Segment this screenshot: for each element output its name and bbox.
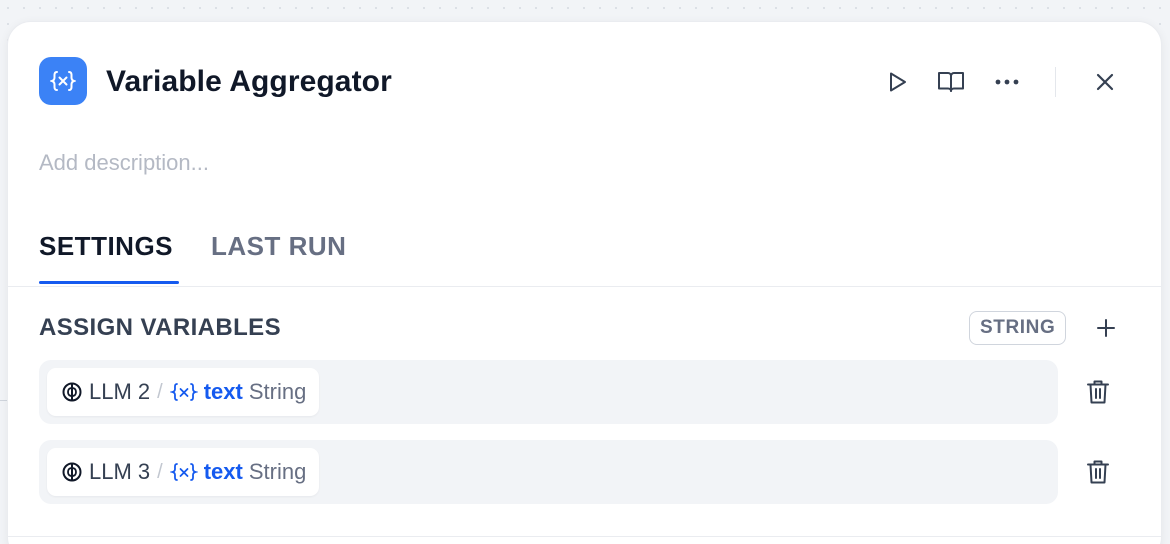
variable-type: String [248, 459, 307, 484]
canvas-edge-line [0, 400, 7, 401]
variable-row: LLM 2 / text String [39, 360, 1058, 424]
run-step-button[interactable] [881, 66, 913, 98]
help-docs-button[interactable] [935, 66, 967, 98]
llm-icon [62, 382, 82, 402]
variable-icon [169, 463, 198, 481]
section-divider [8, 536, 1161, 537]
source-node-label: LLM 3 [89, 459, 151, 484]
add-variable-button[interactable] [1090, 312, 1122, 344]
tab-settings[interactable]: SETTINGS [39, 228, 173, 264]
header-divider [1055, 67, 1056, 97]
more-options-button[interactable] [991, 66, 1023, 98]
delete-variable-button[interactable] [1082, 456, 1114, 488]
source-node-label: LLM 2 [89, 379, 151, 404]
tab-bar-divider [8, 286, 1161, 287]
trash-icon [1087, 460, 1109, 484]
more-horizontal-icon [995, 79, 1019, 85]
assign-variables-title: ASSIGN VARIABLES [39, 314, 281, 341]
plus-icon [1097, 319, 1115, 337]
delete-variable-button[interactable] [1082, 376, 1114, 408]
variable-type: String [248, 379, 307, 404]
active-tab-indicator [39, 281, 179, 284]
play-icon [890, 72, 906, 92]
variable-row: LLM 3 / text String [39, 440, 1058, 504]
tab-last-run[interactable]: LAST RUN [211, 228, 346, 264]
description-input[interactable] [39, 148, 939, 178]
close-panel-button[interactable] [1089, 66, 1121, 98]
variable-aggregator-node-icon [39, 57, 87, 105]
node-title[interactable]: Variable Aggregator [106, 62, 392, 102]
llm-icon [62, 462, 82, 482]
variable-selector-chip[interactable]: LLM 2 / text String [47, 368, 320, 416]
variable-icon [50, 71, 76, 91]
variable-selector-chip[interactable]: LLM 3 / text String [47, 448, 320, 496]
path-separator: / [157, 380, 163, 403]
path-separator: / [157, 460, 163, 483]
output-type-badge: STRING [969, 311, 1067, 345]
variable-name: text [203, 459, 243, 484]
close-icon [1096, 73, 1114, 91]
book-icon [938, 72, 964, 92]
variable-icon [169, 383, 198, 401]
node-settings-panel: Variable Aggregator SETTINGS LAST RUN AS… [7, 21, 1162, 544]
trash-icon [1087, 380, 1109, 404]
variable-name: text [203, 379, 243, 404]
